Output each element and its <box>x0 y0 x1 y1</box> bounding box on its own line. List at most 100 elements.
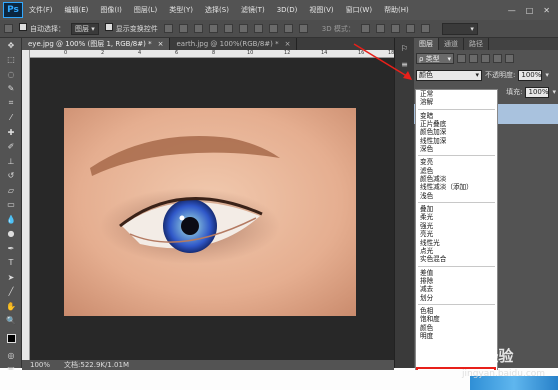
canvas-area[interactable] <box>30 58 394 360</box>
dodge-tool-icon[interactable]: ● <box>0 227 22 242</box>
zoom-tool-icon[interactable]: 🔍 <box>0 314 22 329</box>
quick-mask-icon[interactable]: ◎ <box>0 348 22 363</box>
type-tool-icon[interactable]: T <box>0 256 22 271</box>
tab-channels[interactable]: 通道 <box>439 38 464 50</box>
menu-3d[interactable]: 3D(D) <box>271 6 304 14</box>
blend-mode-option[interactable]: 亮光 <box>416 230 497 238</box>
path-selection-tool-icon[interactable]: ➤ <box>0 270 22 285</box>
fill-input[interactable]: 100% <box>525 86 550 98</box>
filter-shape-icon[interactable] <box>493 54 502 63</box>
foreground-color-swatch[interactable] <box>0 328 22 348</box>
distribute-icon[interactable] <box>253 24 263 33</box>
blend-mode-option[interactable]: 浅色 <box>416 192 497 200</box>
blend-mode-dropdown[interactable]: 颜色 ▾ <box>416 69 482 81</box>
lasso-tool-icon[interactable]: ◌ <box>0 67 22 82</box>
blur-tool-icon[interactable]: 💧 <box>0 212 22 227</box>
3d-slide-icon[interactable] <box>405 24 415 33</box>
menu-type[interactable]: 类型(Y) <box>163 5 199 15</box>
blend-mode-option[interactable]: 色相 <box>416 307 497 315</box>
eraser-tool-icon[interactable]: ▱ <box>0 183 22 198</box>
menu-edit[interactable]: 编辑(E) <box>59 5 95 15</box>
zoom-level[interactable]: 100% <box>30 361 50 369</box>
blend-mode-option[interactable]: 变亮 <box>416 158 497 166</box>
tab-paths[interactable]: 路径 <box>464 38 489 50</box>
blend-mode-option[interactable]: 线性加深 <box>416 137 497 145</box>
maximize-button[interactable]: □ <box>526 6 534 15</box>
close-icon[interactable]: × <box>158 40 164 48</box>
healing-brush-tool-icon[interactable]: ✚ <box>0 125 22 140</box>
gradient-tool-icon[interactable]: ▭ <box>0 198 22 213</box>
menu-image[interactable]: 图像(I) <box>94 5 128 15</box>
blend-mode-option[interactable]: 柔光 <box>416 213 497 221</box>
align-bottom-icon[interactable] <box>193 24 203 33</box>
auto-select-dropdown[interactable]: 图层 ▾ <box>71 22 99 35</box>
menu-filter[interactable]: 滤镜(T) <box>235 5 271 15</box>
blend-mode-option[interactable]: 实色混合 <box>416 255 497 263</box>
distribute-icon[interactable] <box>298 24 308 33</box>
align-center-icon[interactable] <box>223 24 233 33</box>
blend-mode-option[interactable]: 强光 <box>416 222 497 230</box>
align-left-icon[interactable] <box>208 24 218 33</box>
blend-mode-option[interactable]: 滤色 <box>416 167 497 175</box>
blend-mode-option[interactable]: 线性减淡（添加） <box>416 183 497 191</box>
quick-select-tool-icon[interactable]: ✎ <box>0 82 22 97</box>
blend-mode-option[interactable]: 深色 <box>416 145 497 153</box>
distribute-icon[interactable] <box>283 24 293 33</box>
tab-earth[interactable]: earth.jpg @ 100%(RGB/8#) * × <box>170 38 298 50</box>
align-middle-icon[interactable] <box>178 24 188 33</box>
opacity-input[interactable]: 100% <box>518 69 543 81</box>
tab-eye[interactable]: eye.jpg @ 100% (图层 1, RGB/8#) * × <box>22 38 171 50</box>
blend-mode-option[interactable]: 划分 <box>416 294 497 302</box>
filter-smart-icon[interactable] <box>505 54 514 63</box>
layer-filter-dropdown[interactable]: ρ 类型 ▾ <box>416 53 454 64</box>
filter-pixel-icon[interactable] <box>457 54 466 63</box>
minimize-button[interactable]: — <box>508 6 516 15</box>
align-right-icon[interactable] <box>238 24 248 33</box>
eyedropper-tool-icon[interactable]: ⁄ <box>0 111 22 126</box>
show-transform-label: 显示变换控件 <box>115 25 158 33</box>
clone-stamp-tool-icon[interactable]: ⊥ <box>0 154 22 169</box>
filter-type-icon[interactable] <box>481 54 490 63</box>
3d-pan-icon[interactable] <box>390 24 400 33</box>
hand-tool-icon[interactable]: ✋ <box>0 299 22 314</box>
3d-roll-icon[interactable] <box>375 24 385 33</box>
close-window-button[interactable]: ✕ <box>543 6 550 15</box>
show-transform-checkbox[interactable]: 显示变换控件 <box>104 23 158 34</box>
blend-mode-option[interactable]: 点光 <box>416 247 497 255</box>
chevron-down-icon[interactable]: ▾ <box>545 71 549 79</box>
auto-select-checkbox[interactable]: 自动选择： <box>19 23 65 34</box>
blend-mode-option[interactable]: 颜色加深 <box>416 128 497 136</box>
filter-adjust-icon[interactable] <box>469 54 478 63</box>
blend-mode-option-selected[interactable]: 颜色 <box>416 324 497 332</box>
workspace-switcher[interactable]: ▾ <box>441 22 478 35</box>
brush-tool-icon[interactable]: ✐ <box>0 140 22 155</box>
crop-tool-icon[interactable]: ⌗ <box>0 96 22 111</box>
menu-layer[interactable]: 图层(L) <box>128 5 163 15</box>
pen-tool-icon[interactable]: ✒ <box>0 241 22 256</box>
menu-window[interactable]: 窗口(W) <box>340 5 378 15</box>
menu-select[interactable]: 选择(S) <box>199 5 235 15</box>
blend-mode-option[interactable]: 溶解 <box>416 98 497 106</box>
distribute-icon[interactable] <box>268 24 278 33</box>
blend-mode-option[interactable]: 变暗 <box>416 112 497 120</box>
3d-scale-icon[interactable] <box>420 24 430 33</box>
move-tool-icon[interactable]: ✥ <box>0 38 22 53</box>
3d-rotate-icon[interactable] <box>360 24 370 33</box>
marquee-tool-icon[interactable]: ⬚ <box>0 53 22 68</box>
blend-mode-option[interactable]: 饱和度 <box>416 315 497 323</box>
watermark: Baidu 经验 <box>430 347 514 365</box>
menu-help[interactable]: 帮助(H) <box>378 5 415 15</box>
blend-mode-option[interactable]: 减去 <box>416 285 497 293</box>
menu-file[interactable]: 文件(F) <box>23 5 59 15</box>
blend-mode-option[interactable]: 线性光 <box>416 239 497 247</box>
chevron-down-icon[interactable]: ▾ <box>552 88 556 96</box>
align-top-icon[interactable] <box>163 24 173 33</box>
menu-view[interactable]: 视图(V) <box>303 5 339 15</box>
blend-mode-option[interactable]: 排除 <box>416 277 497 285</box>
blend-mode-option[interactable]: 差值 <box>416 269 497 277</box>
shape-tool-icon[interactable]: ╱ <box>0 285 22 300</box>
move-tool-icon[interactable] <box>4 24 13 33</box>
history-brush-tool-icon[interactable]: ↺ <box>0 169 22 184</box>
blend-mode-option[interactable]: 明度 <box>416 332 497 340</box>
close-icon[interactable]: × <box>285 40 291 48</box>
